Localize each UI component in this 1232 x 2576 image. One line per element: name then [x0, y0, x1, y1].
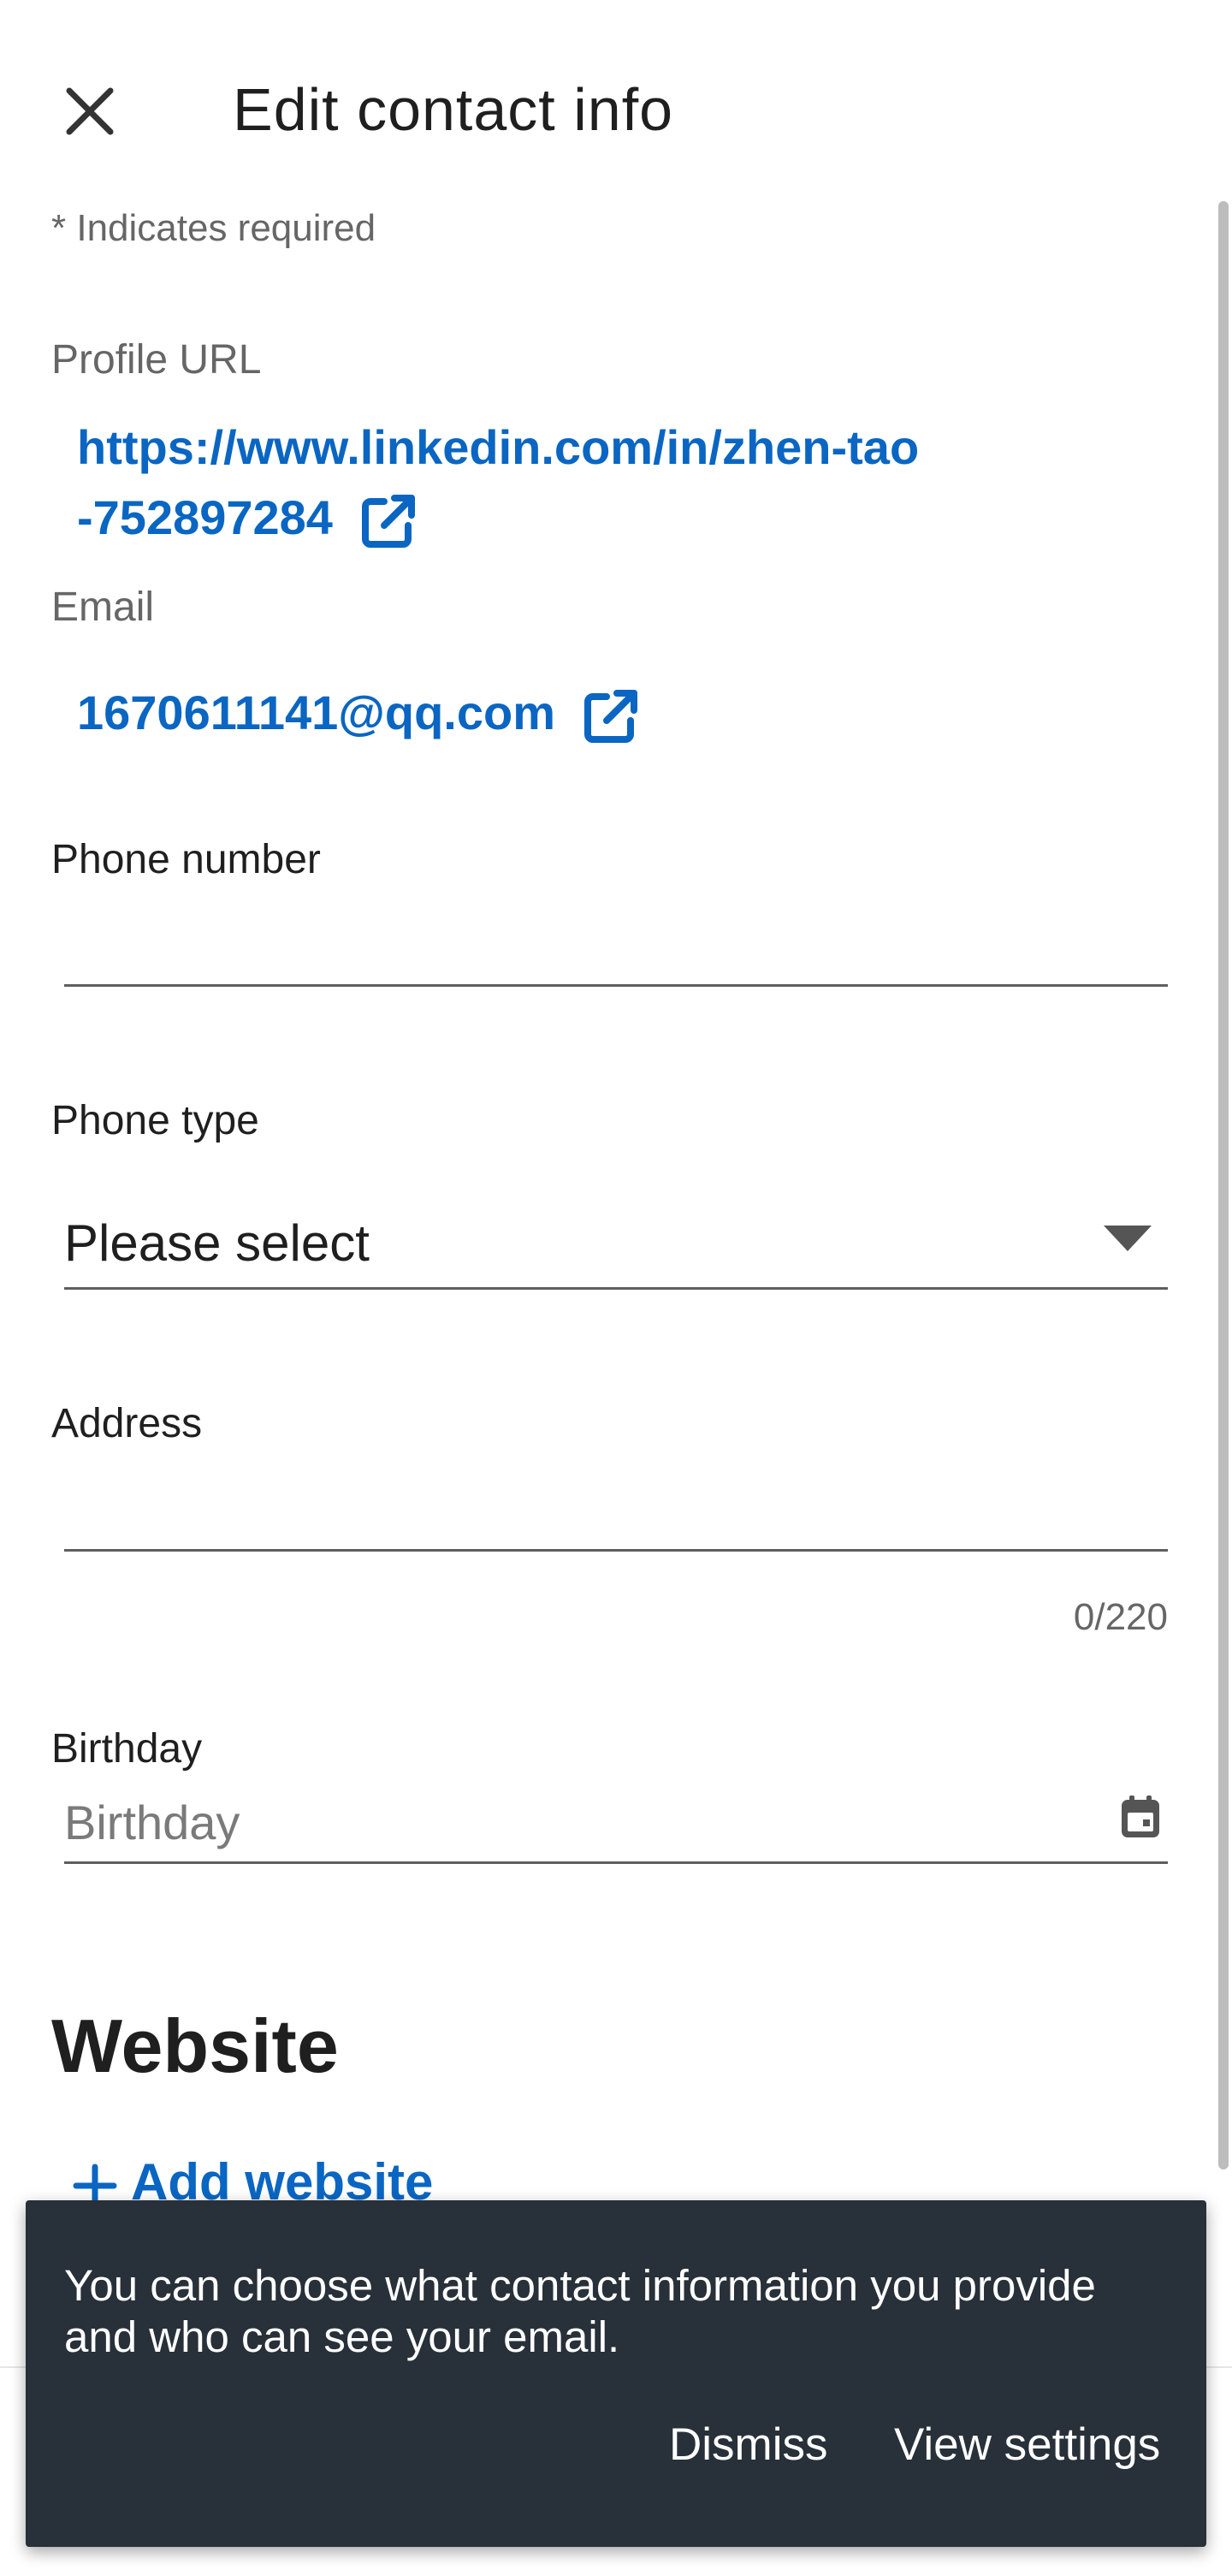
view-settings-button[interactable]: View settings [894, 2419, 1160, 2471]
birthday-label: Birthday [51, 1726, 203, 1772]
profile-url-link[interactable]: https://www.linkedin.com/in/zhen-tao -75… [77, 413, 919, 553]
external-link-icon [361, 495, 415, 549]
external-link-icon [583, 690, 637, 744]
scrollbar[interactable] [1218, 201, 1229, 2169]
profile-url-label: Profile URL [51, 337, 262, 383]
required-note: * Indicates required [51, 207, 376, 249]
phone-number-label: Phone number [51, 837, 321, 882]
phone-type-underline [64, 1287, 1168, 1290]
phone-number-underline [64, 984, 1168, 987]
birthday-placeholder: Birthday [64, 1795, 240, 1849]
caret-down-icon [1104, 1226, 1152, 1251]
email-label: Email [51, 585, 155, 630]
header: Edit contact info [0, 0, 1232, 197]
calendar-icon[interactable] [1119, 1795, 1162, 1840]
phone-type-value: Please select [64, 1214, 370, 1272]
profile-url-line2: -752897284 [77, 490, 333, 544]
profile-url-line1: https://www.linkedin.com/in/zhen-tao [77, 420, 920, 474]
website-section-title: Website [51, 2003, 339, 2088]
dismiss-button[interactable]: Dismiss [669, 2419, 827, 2471]
phone-number-input[interactable] [64, 907, 1168, 984]
address-input[interactable] [64, 1472, 1168, 1549]
snackbar-message: You can choose what contact information … [64, 2261, 1096, 2361]
page-title: Edit contact info [233, 76, 674, 143]
birthday-underline [64, 1861, 1168, 1864]
email-value: 1670611141@qq.com [77, 686, 555, 739]
email-link[interactable]: 1670611141@qq.com [77, 678, 641, 748]
phone-type-label: Phone type [51, 1098, 259, 1143]
address-underline [64, 1549, 1168, 1552]
address-char-counter: 0/220 [1073, 1596, 1168, 1638]
profile-url-line2-row: -752897284 [77, 483, 919, 553]
address-label: Address [51, 1401, 203, 1446]
snackbar: You can choose what contact information … [26, 2200, 1206, 2547]
close-button[interactable] [51, 73, 128, 150]
close-icon [66, 87, 114, 135]
